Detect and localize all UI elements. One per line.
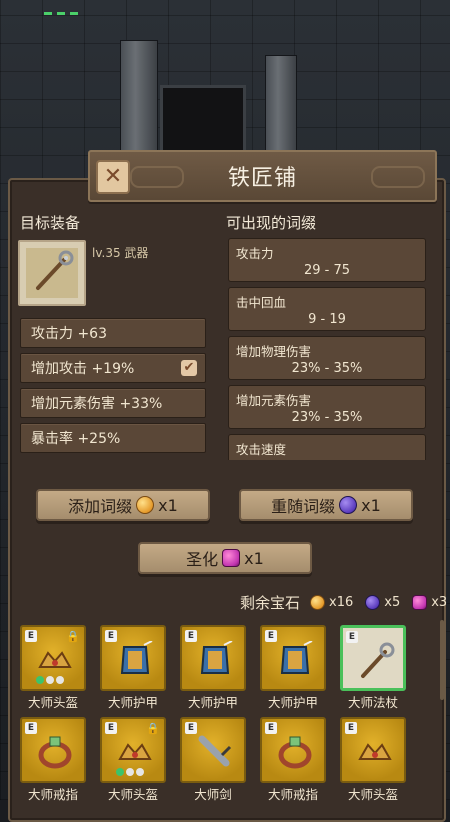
inventory-item-label: 大师护甲 bbox=[107, 695, 158, 710]
reroll-affix-button[interactable]: 重随词缀 x1 bbox=[239, 489, 413, 521]
pink-gem-count: x3 bbox=[431, 595, 448, 610]
socket-dots bbox=[36, 676, 64, 684]
affix-name: 增加物理伤害 bbox=[236, 344, 312, 359]
affix-range: 9 - 19 bbox=[308, 312, 346, 327]
stat-row[interactable]: 攻击力 +63 bbox=[20, 318, 206, 348]
inventory-item[interactable]: E bbox=[180, 717, 246, 783]
inventory-item[interactable]: E bbox=[260, 717, 326, 783]
pink-gem-icon bbox=[412, 595, 428, 610]
stat-text: 增加元素伤害 +33% bbox=[31, 396, 163, 412]
affix-range: 23% - 35% bbox=[291, 410, 363, 425]
inventory-item-label: 大师头盔 bbox=[107, 787, 158, 802]
affix-item: 击中回血 9 - 19 bbox=[228, 287, 426, 331]
status-indicator bbox=[44, 0, 83, 19]
stat-row[interactable]: 增加元素伤害 +33% bbox=[20, 388, 206, 418]
affix-range: 29 - 75 bbox=[303, 263, 351, 278]
armor-icon bbox=[114, 640, 156, 679]
target-item-slot[interactable] bbox=[18, 240, 86, 306]
staff-icon bbox=[26, 248, 78, 298]
affix-item: 增加物理伤害 23% - 35% bbox=[228, 336, 426, 380]
inventory-item[interactable]: E bbox=[20, 717, 86, 783]
inventory-item[interactable]: E bbox=[180, 625, 246, 691]
affix-name: 攻击速度 bbox=[236, 442, 287, 457]
gold-gem-icon bbox=[310, 595, 326, 610]
affix-list[interactable]: 攻击力 29 - 75 击中回血 9 - 19 增加物理伤害 23% - 35% 增加… bbox=[228, 238, 428, 460]
purple-gem-icon bbox=[339, 496, 358, 514]
add-affix-button[interactable]: 添加词缀 x1 bbox=[36, 489, 210, 521]
affix-item: 攻击力 29 - 75 bbox=[228, 238, 426, 282]
target-equipment-label: 目标装备 bbox=[20, 214, 81, 232]
pink-gem-icon bbox=[222, 549, 241, 567]
helmet-icon bbox=[354, 733, 396, 771]
page-title: 铁匠铺 bbox=[227, 166, 297, 191]
inventory-item-label: 大师头盔 bbox=[347, 787, 398, 802]
purple-gem-count: x5 bbox=[384, 595, 401, 610]
stone-pillar bbox=[120, 40, 158, 152]
socket-dots bbox=[116, 768, 144, 776]
armor-icon bbox=[274, 640, 316, 679]
affix-name: 击中回血 bbox=[236, 295, 287, 310]
affix-name: 攻击力 bbox=[236, 246, 274, 261]
inventory-item[interactable]: E bbox=[340, 625, 406, 691]
ring-icon bbox=[34, 733, 76, 771]
staff-icon bbox=[355, 642, 397, 680]
inventory-scrollbar[interactable] bbox=[440, 620, 444, 700]
cost-label: x1 bbox=[361, 495, 381, 515]
stat-text: 攻击力 +63 bbox=[31, 326, 107, 342]
affix-item: 增加元素伤害 23% - 35% bbox=[228, 385, 426, 429]
affix-range: 23% - 35% bbox=[291, 361, 363, 376]
stat-row[interactable]: 暴击率 +25% bbox=[20, 423, 206, 453]
sword-icon bbox=[194, 733, 236, 771]
ring-icon bbox=[274, 733, 316, 771]
stat-text: 暴击率 +25% bbox=[31, 431, 121, 447]
helmet-icon bbox=[114, 733, 156, 771]
button-label: 重随词缀 bbox=[271, 497, 336, 516]
inventory-item-label: 大师头盔 bbox=[27, 695, 78, 710]
helmet-icon bbox=[34, 641, 76, 679]
item-level: lv.35 武器 bbox=[92, 246, 149, 260]
inventory-item[interactable]: E bbox=[260, 625, 326, 691]
affix-item: 攻击速度 bbox=[228, 434, 426, 460]
inventory-item-label: 大师护甲 bbox=[267, 695, 318, 710]
checkmark-icon[interactable]: ✔ bbox=[181, 360, 197, 376]
purple-gem-icon bbox=[365, 595, 381, 610]
button-label: 添加词缀 bbox=[68, 497, 133, 516]
armor-icon bbox=[194, 640, 236, 679]
inventory-item[interactable]: E 🔒 bbox=[20, 625, 86, 691]
button-label: 圣化 bbox=[186, 550, 219, 569]
inventory-item[interactable]: E bbox=[340, 717, 406, 783]
inventory-item-label: 大师护甲 bbox=[187, 695, 238, 710]
affix-name: 增加元素伤害 bbox=[236, 393, 312, 408]
inventory-item-label: 大师剑 bbox=[194, 787, 232, 802]
stone-pillar bbox=[265, 55, 297, 157]
cost-label: x1 bbox=[158, 495, 178, 515]
affix-list-label: 可出现的词缀 bbox=[226, 214, 317, 232]
close-button[interactable]: ✕ bbox=[96, 160, 130, 194]
remaining-gems-label: 剩余宝石 bbox=[240, 594, 301, 612]
stat-text: 增加攻击 +19% bbox=[31, 361, 135, 377]
inventory-item-label: 大师戒指 bbox=[267, 787, 318, 802]
cost-label: x1 bbox=[244, 548, 264, 568]
stat-row[interactable]: 增加攻击 +19% ✔ bbox=[20, 353, 206, 383]
inventory-item-label: 大师法杖 bbox=[347, 695, 398, 710]
inventory-item[interactable]: E bbox=[100, 625, 166, 691]
inventory-item-label: 大师戒指 bbox=[27, 787, 78, 802]
panel-header: 铁匠铺 bbox=[88, 150, 437, 202]
sanctify-button[interactable]: 圣化 x1 bbox=[138, 542, 312, 574]
remaining-gems: 剩余宝石 x16 x5 x3 bbox=[240, 592, 447, 613]
gold-gem-count: x16 bbox=[329, 595, 354, 610]
gold-gem-icon bbox=[136, 496, 155, 514]
inventory-item[interactable]: E 🔒 bbox=[100, 717, 166, 783]
close-icon: ✕ bbox=[103, 164, 123, 189]
